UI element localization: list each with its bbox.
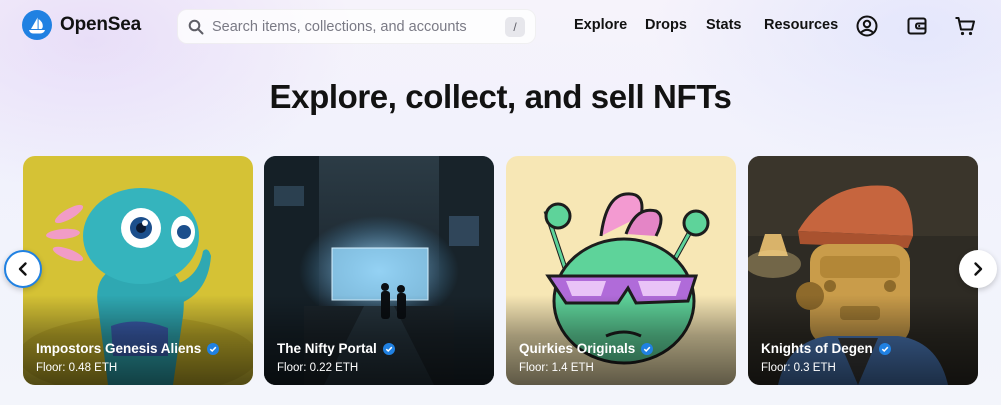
wallet-icon[interactable] — [905, 14, 929, 38]
collection-card-impostors[interactable]: Impostors Genesis Aliens Floor: 0.48 ETH — [23, 156, 253, 385]
nav-resources[interactable]: Resources — [764, 17, 838, 33]
top-header: OpenSea / Explore Drops Stats Resources — [0, 0, 1001, 54]
collection-card-knights-of-degen[interactable]: Knights of Degen Floor: 0.3 ETH — [748, 156, 978, 385]
carousel-next-button[interactable] — [959, 250, 997, 288]
collection-card-nifty-portal[interactable]: The Nifty Portal Floor: 0.22 ETH — [264, 156, 494, 385]
card-title: The Nifty Portal — [277, 341, 395, 356]
nav-drops[interactable]: Drops — [645, 17, 687, 33]
search-input[interactable] — [212, 18, 505, 35]
search-icon — [188, 19, 204, 34]
verified-badge-icon — [207, 342, 220, 355]
chevron-right-icon — [974, 262, 983, 276]
account-icon[interactable] — [855, 14, 879, 38]
chevron-left-icon — [18, 262, 27, 276]
floor-price: Floor: 1.4 ETH — [519, 362, 594, 374]
verified-badge-icon — [878, 342, 891, 355]
collection-name: Quirkies Originals — [519, 341, 636, 356]
search-shortcut-key: / — [505, 16, 525, 37]
opensea-logo-icon — [22, 10, 52, 40]
collection-card-quirkies[interactable]: Quirkies Originals Floor: 1.4 ETH — [506, 156, 736, 385]
floor-price: Floor: 0.3 ETH — [761, 362, 836, 374]
verified-badge-icon — [641, 342, 654, 355]
brand-logo[interactable]: OpenSea — [22, 10, 141, 40]
cart-icon[interactable] — [953, 14, 977, 38]
card-title: Impostors Genesis Aliens — [36, 341, 220, 356]
card-title: Quirkies Originals — [519, 341, 654, 356]
brand-name: OpenSea — [60, 14, 141, 35]
carousel-prev-button[interactable] — [4, 250, 42, 288]
floor-price: Floor: 0.22 ETH — [277, 362, 359, 374]
nav-explore[interactable]: Explore — [574, 17, 627, 33]
hero-title: Explore, collect, and sell NFTs — [269, 78, 732, 115]
nav-stats[interactable]: Stats — [706, 17, 741, 33]
collection-name: The Nifty Portal — [277, 341, 377, 356]
verified-badge-icon — [382, 342, 395, 355]
floor-price: Floor: 0.48 ETH — [36, 362, 118, 374]
collection-name: Knights of Degen — [761, 341, 873, 356]
card-title: Knights of Degen — [761, 341, 891, 356]
collection-name: Impostors Genesis Aliens — [36, 341, 202, 356]
search-bar[interactable]: / — [177, 9, 536, 44]
